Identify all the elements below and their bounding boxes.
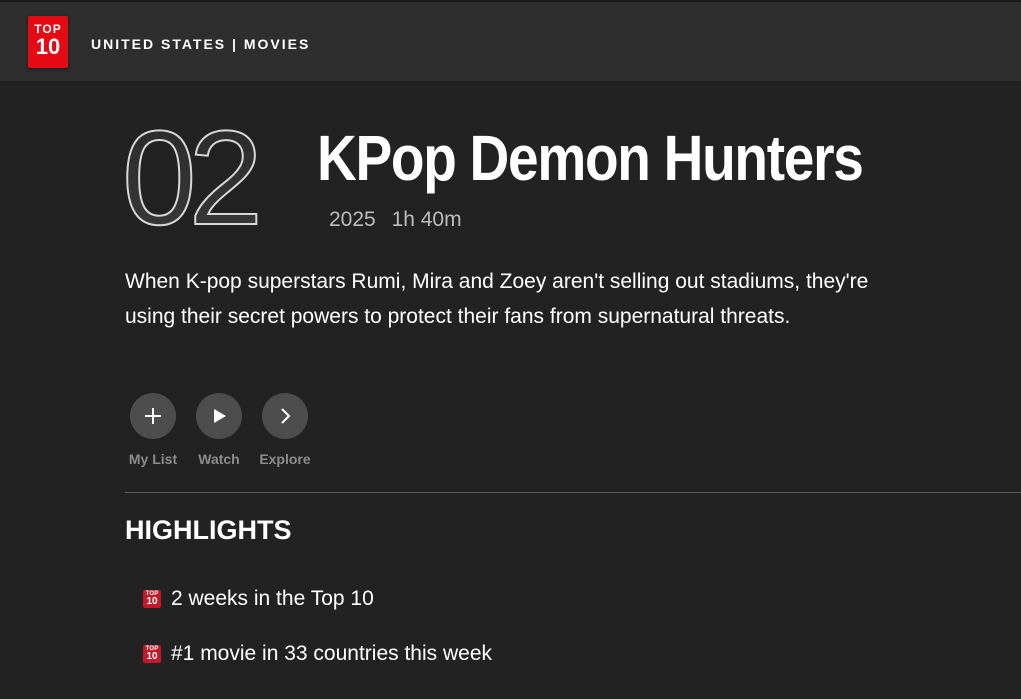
watch-label: Watch (198, 451, 240, 467)
top10-badge-icon: TOP 10 (143, 645, 161, 663)
explore-label: Explore (259, 451, 311, 467)
rank-number: 02 (120, 112, 300, 242)
breadcrumb: UNITED STATES | MOVIES (91, 36, 311, 52)
highlight-text: #1 movie in 33 countries this week (171, 642, 492, 665)
watch-button[interactable]: Watch (189, 393, 249, 467)
movie-title: KPop Demon Hunters (317, 122, 864, 194)
badge-bottom-text: 10 (146, 651, 158, 662)
explore-button[interactable]: Explore (255, 393, 315, 467)
highlights-heading: HIGHLIGHTS (125, 515, 292, 545)
synopsis: When K-pop superstars Rumi, Mira and Zoe… (125, 270, 869, 328)
top10-logo[interactable]: TOP 10 (28, 16, 68, 68)
highlight-item: TOP 10 2 weeks in the Top 10 (143, 587, 374, 611)
play-icon[interactable] (196, 393, 242, 439)
section-divider (125, 492, 1021, 493)
top10-badge-icon: TOP 10 (143, 590, 161, 608)
release-year: 2025 (329, 208, 376, 231)
runtime: 1h 40m (391, 208, 462, 231)
chevron-right-icon[interactable] (262, 393, 308, 439)
my-list-button[interactable]: My List (123, 393, 183, 467)
movie-meta: 2025 1h 40m (329, 208, 472, 232)
rank-text: 02 (122, 112, 257, 242)
logo-bottom-text: 10 (35, 34, 61, 59)
my-list-label: My List (128, 451, 178, 467)
highlight-item: TOP 10 #1 movie in 33 countries this wee… (143, 642, 492, 666)
highlight-text: 2 weeks in the Top 10 (171, 587, 374, 610)
plus-icon[interactable] (130, 393, 176, 439)
badge-bottom-text: 10 (146, 596, 158, 607)
top-bar: TOP 10 UNITED STATES | MOVIES (0, 0, 1021, 81)
action-buttons: My List Watch Explore (123, 393, 343, 473)
